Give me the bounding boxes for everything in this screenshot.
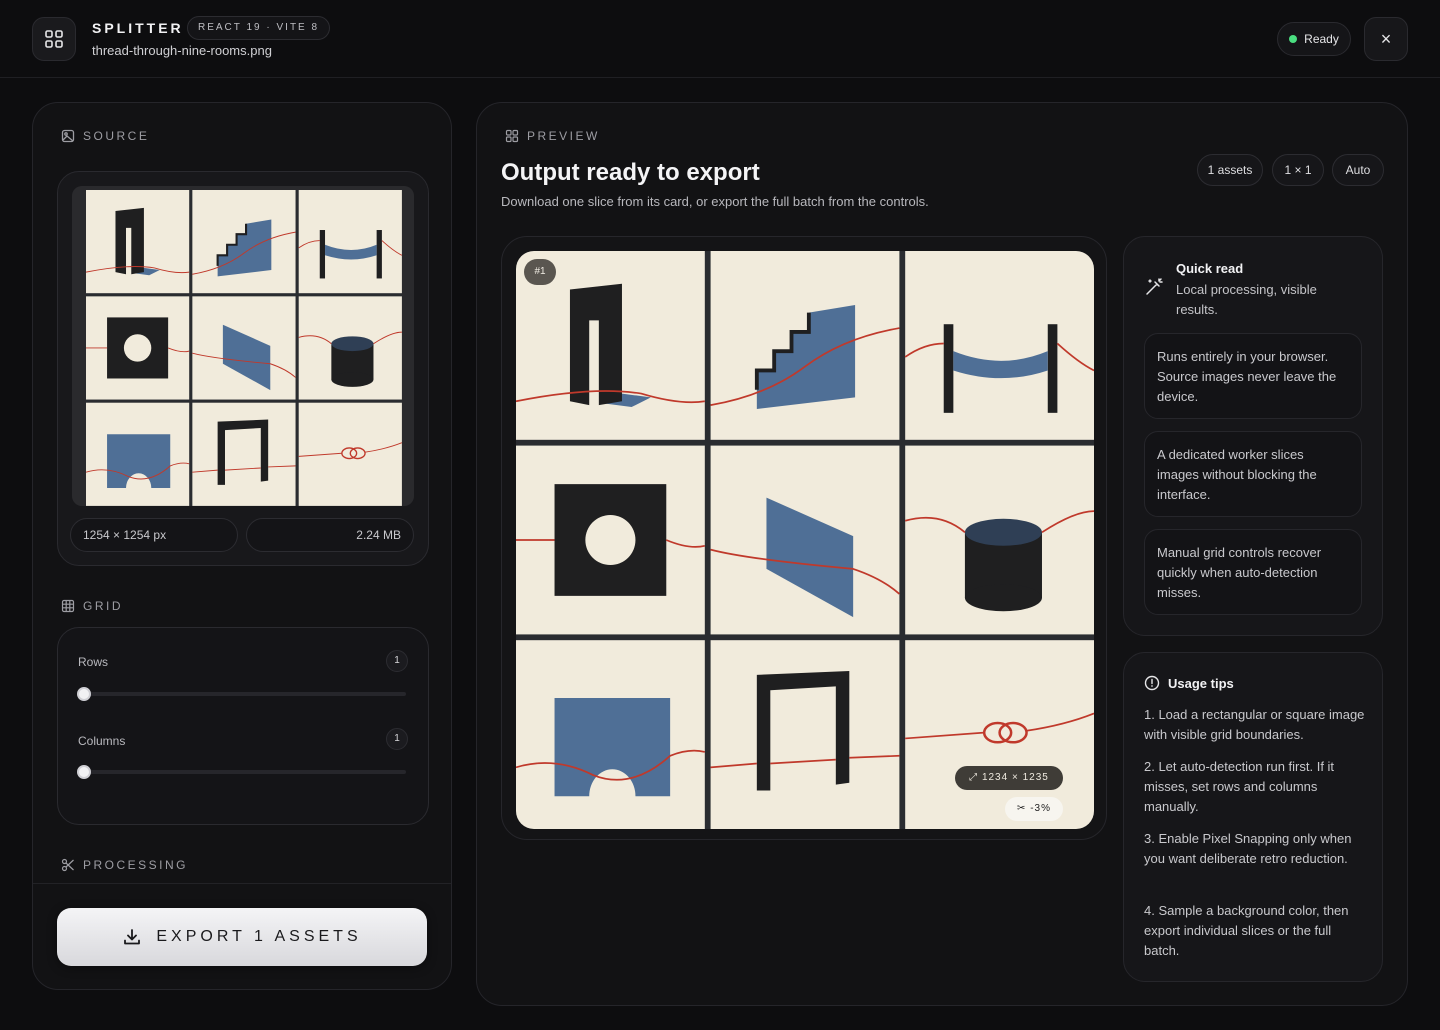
usage-tips-title: Usage tips bbox=[1144, 675, 1234, 691]
info-icon bbox=[1144, 675, 1160, 691]
status-dot-icon bbox=[1289, 35, 1298, 43]
status-text: Ready bbox=[1304, 32, 1339, 46]
source-dimensions: 1254 × 1254 px bbox=[70, 518, 238, 552]
usage-tip: 4. Sample a background color, then expor… bbox=[1144, 903, 1349, 958]
export-button[interactable]: EXPORT 1 ASSETS bbox=[57, 908, 427, 966]
preview-panel: PREVIEW Output ready to export Download … bbox=[476, 102, 1408, 1006]
slice-dimensions-badge: ⤢ 1234 × 1235 bbox=[955, 766, 1063, 790]
page-subtitle: Download one slice from its card, or exp… bbox=[501, 194, 929, 209]
rows-slider[interactable] bbox=[77, 687, 406, 701]
table-grid-icon bbox=[61, 599, 75, 613]
version-badge: REACT 19 · VITE 8 bbox=[187, 16, 331, 40]
slice-image[interactable] bbox=[516, 251, 1094, 829]
rows-label: Rows bbox=[78, 655, 109, 669]
export-button-label: EXPORT 1 ASSETS bbox=[156, 928, 362, 945]
quick-read-item: Runs entirely in your browser. Source im… bbox=[1144, 333, 1362, 419]
source-preview-card: 1254 × 1254 px 2.24 MB bbox=[57, 171, 429, 566]
grid-icon bbox=[505, 129, 519, 143]
resize-icon: ⤢ bbox=[969, 772, 982, 783]
slice-preview-card[interactable]: #1 bbox=[501, 236, 1107, 840]
close-icon: × bbox=[1380, 28, 1392, 49]
image-icon bbox=[61, 129, 75, 143]
rows-slider-thumb[interactable] bbox=[77, 687, 91, 701]
grid-section-label: GRID bbox=[61, 599, 123, 613]
source-file-size: 2.24 MB bbox=[246, 518, 414, 552]
columns-slider[interactable] bbox=[77, 765, 406, 779]
grid-controls: Rows 1 Columns 1 bbox=[57, 627, 429, 825]
scissors-icon bbox=[61, 858, 74, 872]
magic-wand-icon bbox=[1146, 278, 1163, 295]
mode-chip[interactable]: Auto bbox=[1332, 154, 1384, 186]
source-section-label: SOURCE bbox=[61, 129, 149, 143]
columns-slider-thumb[interactable] bbox=[77, 765, 91, 779]
quick-read-item: Manual grid controls recover quickly whe… bbox=[1144, 529, 1362, 615]
assets-count-chip: 1 assets bbox=[1197, 154, 1263, 186]
source-thumbnail[interactable] bbox=[72, 186, 414, 506]
usage-tip: 1. Load a rectangular or square image wi… bbox=[1144, 707, 1365, 742]
rows-value: 1 bbox=[386, 650, 408, 672]
quick-read-title: Quick read bbox=[1176, 261, 1244, 276]
usage-tip: 2. Let auto-detection run first. If it m… bbox=[1144, 759, 1335, 814]
close-button[interactable]: × bbox=[1364, 17, 1408, 61]
app-title: SPLITTER bbox=[92, 20, 184, 36]
status-badge: Ready bbox=[1277, 22, 1351, 56]
file-name: thread-through-nine-rooms.png bbox=[92, 43, 272, 58]
scissors-icon: ✂ bbox=[1017, 803, 1031, 814]
columns-value: 1 bbox=[386, 728, 408, 750]
app-header: SPLITTER REACT 19 · VITE 8 thread-throug… bbox=[0, 0, 1440, 78]
processing-section-label: PROCESSING bbox=[61, 858, 188, 872]
quick-read-card: Quick read Local processing, visible res… bbox=[1123, 236, 1383, 636]
quick-read-subtitle: Local processing, visible results. bbox=[1176, 282, 1317, 317]
grid-size-chip: 1 × 1 bbox=[1272, 154, 1324, 186]
columns-label: Columns bbox=[78, 734, 126, 748]
usage-tips-card: Usage tips 1. Load a rectangular or squa… bbox=[1123, 652, 1383, 982]
slice-number-badge: #1 bbox=[524, 259, 556, 285]
divider bbox=[33, 883, 451, 884]
page-title: Output ready to export bbox=[501, 159, 760, 186]
usage-tip: 3. Enable Pixel Snapping only when you w… bbox=[1144, 831, 1352, 866]
quick-read-item: A dedicated worker slices images without… bbox=[1144, 431, 1362, 517]
trim-badge: ✂ -3% bbox=[1005, 797, 1063, 821]
control-panel: SOURCE 1254 × 1254 px 2.24 MB GRID Rows … bbox=[32, 102, 452, 990]
preview-section-label: PREVIEW bbox=[505, 129, 600, 143]
download-icon bbox=[124, 929, 141, 945]
grid-menu-icon[interactable] bbox=[32, 17, 76, 61]
